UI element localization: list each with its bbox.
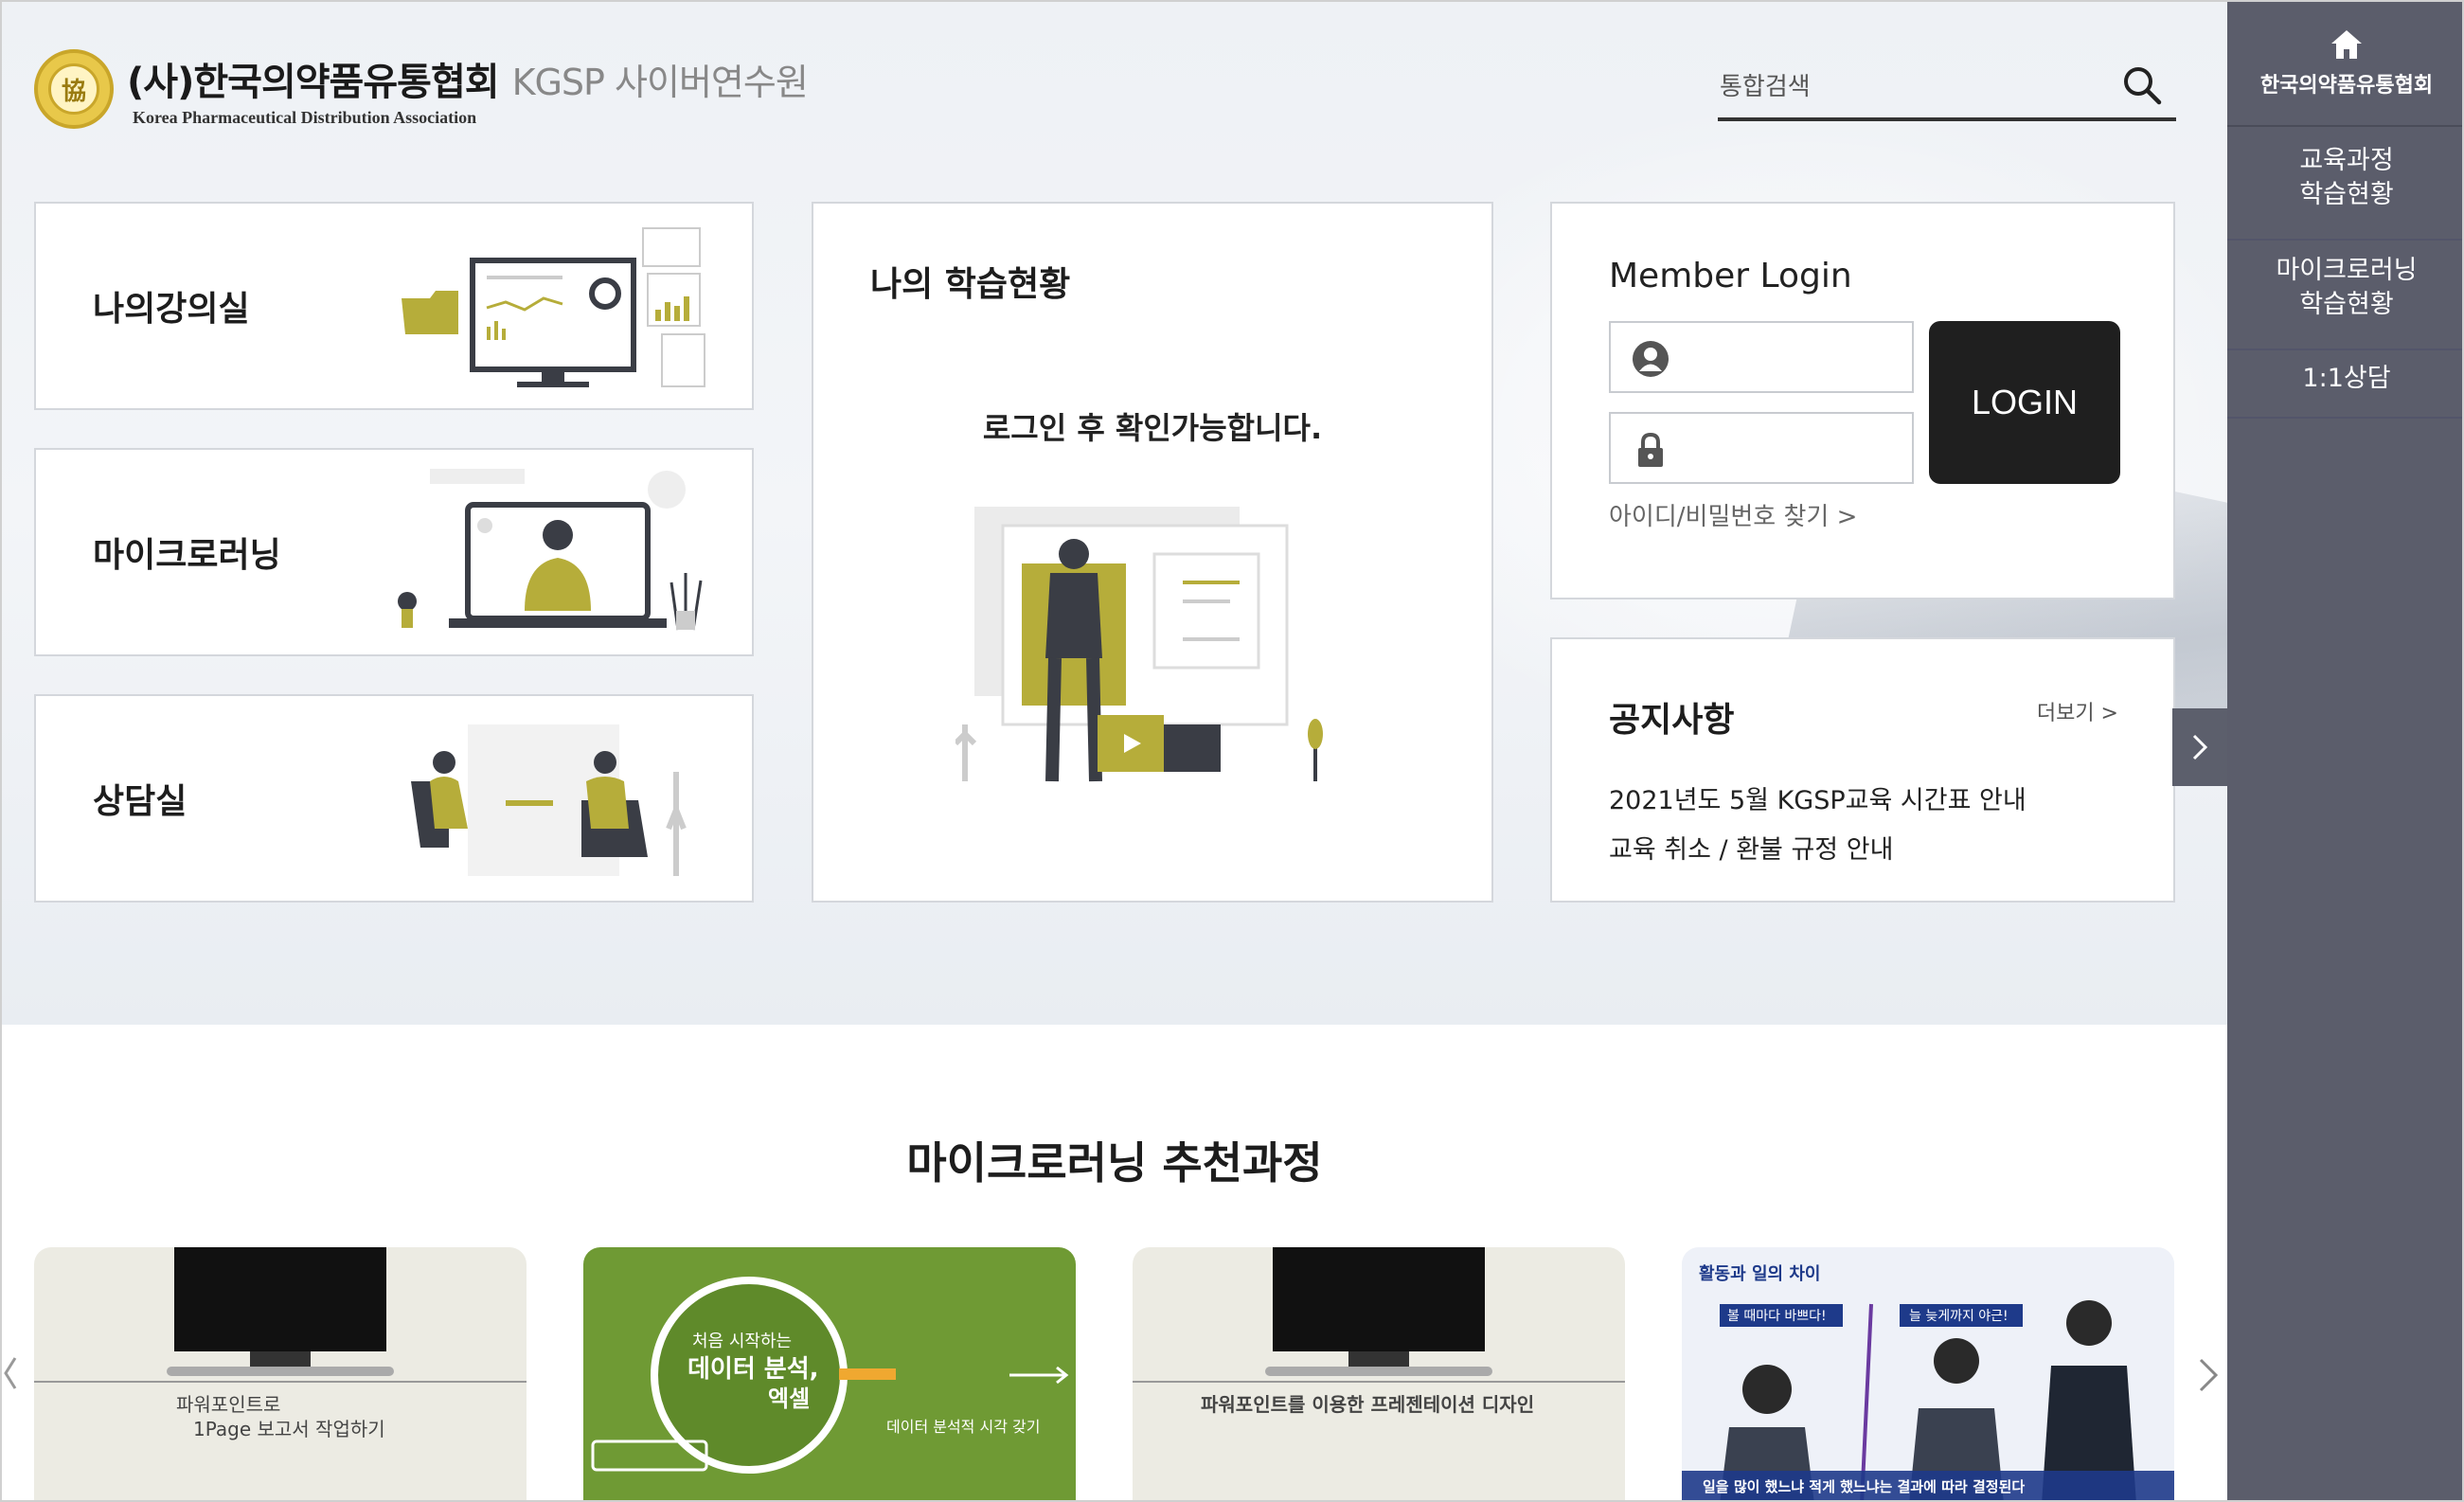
course-thumbnail[interactable]: 활동과 일의 차이 볼 때마다 바쁘다! 늘 늦게까지 야근! 일을 많이 했느…	[1682, 1247, 2174, 1500]
nav-course-status-line2: 학습현황	[2299, 180, 2394, 209]
user-icon	[1633, 341, 1669, 377]
magnifier-illustration-icon	[591, 1277, 1069, 1474]
side-panel-toggle-button[interactable]	[2172, 708, 2227, 786]
study-status-title: 나의 학습현황	[870, 265, 1071, 304]
home-nav-button[interactable]: 한국의약품유통협회	[2227, 2, 2462, 127]
my-classroom-card[interactable]: 나의강의실	[34, 202, 754, 410]
carousel-next-icon[interactable]	[2189, 1347, 2227, 1404]
nav-course-status[interactable]: 교육과정 학습현황	[2227, 140, 2462, 241]
course-title-line1: 파워포인트로	[176, 1393, 281, 1416]
course-title-line3: 엑셀	[768, 1386, 811, 1412]
user-id-field	[1609, 321, 1914, 393]
course-title-line2: 1Page 보고서 작업하기	[193, 1418, 385, 1440]
home-icon	[2331, 30, 2362, 59]
counseling-illustration-icon	[411, 724, 687, 876]
login-title: Member Login	[1609, 257, 1852, 295]
monitor-illustration-icon	[34, 1247, 527, 1383]
course-thumbnail[interactable]: 파워포인트를 이용한 프레젠테이션 디자인	[1133, 1247, 1625, 1500]
microlearning-card[interactable]: 마이크로러닝	[34, 448, 754, 656]
password-input[interactable]	[1687, 427, 1895, 469]
search-icon[interactable]	[2121, 64, 2163, 106]
course-title-line1: 활동과 일의 차이	[1699, 1264, 1821, 1284]
login-button[interactable]: LOGIN	[1929, 321, 2120, 484]
microlearning-illustration-icon	[398, 469, 703, 631]
nav-counseling-label: 1:1상담	[2302, 364, 2391, 393]
org-name-en: Korea Pharmaceutical Distribution Associ…	[133, 107, 477, 127]
course-title-line1: 파워포인트를 이용한 프레젠테이션 디자인	[1201, 1393, 1535, 1416]
recommended-section-title: 마이크로러닝 추천과정	[906, 1137, 1323, 1189]
find-id-password-link[interactable]: 아이디/비밀번호 찾기 >	[1609, 497, 1857, 532]
notice-card: 공지사항 더보기 > 2021년도 5월 KGSP교육 시간표 안내 교육 취소…	[1550, 637, 2175, 903]
home-nav-label: 한국의약품유통협회	[2259, 74, 2434, 98]
search-input[interactable]	[1720, 64, 2098, 110]
study-illustration-icon	[955, 507, 1323, 782]
carousel-prev-icon[interactable]	[2, 1352, 21, 1394]
course-caption: 일을 많이 했느냐 적게 했느냐는 결과에 따라 결정된다	[1703, 1478, 2026, 1495]
monitor-illustration-icon	[1133, 1247, 1625, 1383]
classroom-illustration-icon	[402, 227, 705, 387]
right-quick-nav: 한국의약품유통협회 교육과정 학습현황 마이크로러닝 학습현황 1:1상담	[2227, 2, 2462, 1500]
course-thumbnail[interactable]: 처음 시작하는 데이터 분석, 엑셀 데이터 분석적 시각 갖기	[583, 1247, 1076, 1500]
notice-title: 공지사항	[1609, 701, 1735, 740]
chevron-right-icon	[2192, 734, 2208, 760]
association-seal-icon: 協	[34, 49, 114, 129]
counseling-room-label: 상담실	[93, 782, 187, 821]
course-badge-busy: 볼 때마다 바쁘다!	[1727, 1309, 1827, 1324]
lock-icon	[1638, 432, 1663, 467]
site-logo[interactable]: 協 (사)한국의약품유통협회 KGSP 사이버연수원 Korea Pharmac…	[34, 49, 809, 129]
nav-microlearning-line2: 학습현황	[2299, 290, 2394, 319]
page-frame: 協 (사)한국의약품유통협회 KGSP 사이버연수원 Korea Pharmac…	[0, 0, 2464, 1502]
office-workers-illustration-icon	[1682, 1247, 2174, 1500]
member-login-card: Member Login LOGIN 아이디/비밀번호 찾기 >	[1550, 202, 2175, 599]
study-status-message: 로그인 후 확인가능합니다.	[982, 410, 1323, 446]
counseling-room-card[interactable]: 상담실	[34, 694, 754, 903]
course-thumbnail[interactable]: 파워포인트로 1Page 보고서 작업하기	[34, 1247, 527, 1500]
notice-item[interactable]: 2021년도 5월 KGSP교육 시간표 안내	[1609, 779, 2027, 816]
course-caption: 데이터 분석적 시각 갖기	[886, 1418, 1041, 1436]
search-bar	[1718, 55, 2176, 121]
notice-more-link[interactable]: 더보기 >	[2037, 696, 2118, 726]
nav-course-status-line1: 교육과정	[2299, 146, 2394, 175]
password-field	[1609, 412, 1914, 484]
nav-one-on-one-counseling[interactable]: 1:1상담	[2227, 358, 2462, 419]
nav-microlearning-line1: 마이크로러닝	[2276, 256, 2418, 285]
microlearning-label: 마이크로러닝	[93, 536, 281, 575]
my-classroom-label: 나의강의실	[93, 290, 250, 329]
org-name: (사)한국의약품유통협회	[127, 60, 500, 104]
course-badge-overtime: 늘 늦게까지 야근!	[1909, 1309, 2009, 1324]
notice-item[interactable]: 교육 취소 / 환불 규정 안내	[1609, 829, 1893, 866]
nav-microlearning-status[interactable]: 마이크로러닝 학습현황	[2227, 250, 2462, 350]
site-name: KGSP 사이버연수원	[511, 61, 809, 103]
study-status-card: 나의 학습현황 로그인 후 확인가능합니다.	[812, 202, 1493, 903]
user-id-input[interactable]	[1687, 336, 1895, 378]
